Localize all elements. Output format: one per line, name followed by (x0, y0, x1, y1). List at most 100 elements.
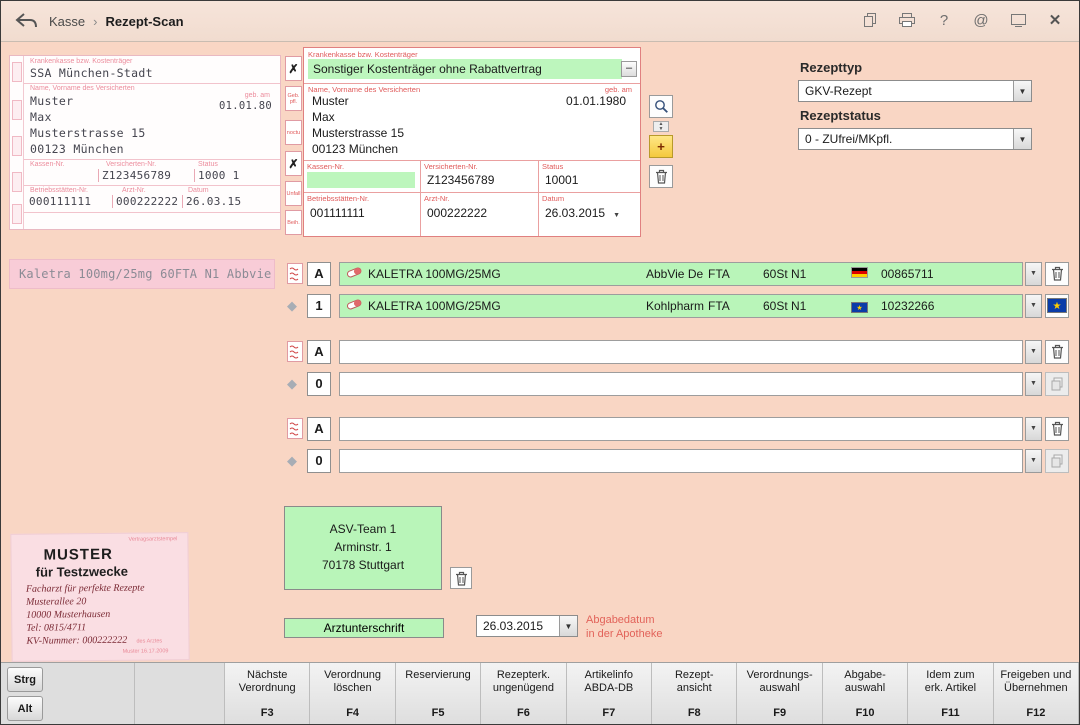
stamp-tiny-label: Muster 16.17.2009 (123, 648, 169, 654)
aut-idem-icon (287, 418, 307, 439)
article-dropdown-button[interactable]: ▼ (1025, 449, 1042, 473)
spinner-icon[interactable]: ▲▼ (653, 121, 669, 132)
firstname-field[interactable]: Max (312, 110, 335, 124)
search-button[interactable] (649, 95, 673, 118)
copy-icon[interactable] (860, 10, 880, 30)
city-field[interactable]: 00123 München (312, 142, 398, 156)
delete-article-button[interactable] (1045, 340, 1069, 364)
datum-dropdown-icon[interactable]: ▼ (613, 212, 620, 219)
breadcrumb: Kasse›Rezept-Scan (49, 14, 184, 29)
accident-checkbox[interactable]: Unfall (285, 181, 302, 206)
betrieb-nr-field[interactable]: 001111111 (310, 206, 365, 220)
fkey-f3-button[interactable]: NächsteVerordnungF3 (225, 663, 310, 724)
delete-article-button[interactable] (1045, 417, 1069, 441)
print-icon[interactable] (897, 10, 917, 30)
fkey-f5-button[interactable]: ReservierungF5 (396, 663, 481, 724)
article-dropdown-button[interactable]: ▼ (1025, 294, 1042, 318)
fee-exempt-checkbox[interactable]: ✗ (285, 56, 302, 81)
pill-icon (346, 298, 368, 314)
article-field-empty[interactable] (339, 340, 1023, 364)
article-dropdown-button[interactable]: ▼ (1025, 262, 1042, 286)
versicherten-nr-field[interactable]: Z123456789 (427, 173, 494, 187)
breadcrumb-kasse[interactable]: Kasse (49, 14, 85, 29)
fkey-f12-button[interactable]: Freigeben undÜbernehmenF12 (994, 663, 1079, 724)
status-cell: Status 10001 (538, 160, 640, 192)
fkey-f9-button[interactable]: Verordnungs-auswahlF9 (737, 663, 822, 724)
stamp-line: für Testzwecke (36, 564, 128, 580)
substitute-icon: ◆ (287, 298, 307, 314)
stamp-line: Musterallee 20 (26, 596, 86, 608)
article-field[interactable]: KALETRA 100MG/25MG AbbVie De FTA 60St N1… (339, 262, 1023, 286)
article-field-empty[interactable] (339, 372, 1023, 396)
article-field-empty[interactable] (339, 417, 1023, 441)
alt-key[interactable]: Alt (7, 696, 43, 721)
article-dropdown-button[interactable]: ▼ (1025, 372, 1042, 396)
birthdate-field[interactable]: 01.01.1980 (566, 94, 626, 108)
rezepttyp-label: Rezepttyp (800, 60, 862, 75)
other-checkbox[interactable]: ✗ (285, 151, 302, 176)
article-dropdown-button[interactable]: ▼ (1025, 417, 1042, 441)
article-field-empty[interactable] (339, 449, 1023, 473)
delete-article-button[interactable] (1045, 262, 1069, 286)
stamp-tiny-label: des Arztes (136, 638, 162, 644)
asv-team-box[interactable]: ASV-Team 1 Arminstr. 1 70178 Stuttgart (284, 506, 442, 590)
scan-geb-label: geb. am (245, 92, 270, 99)
scan-firstname: Max (30, 110, 52, 124)
article-dropdown-button[interactable]: ▼ (1025, 340, 1042, 364)
new-article-button[interactable]: + (649, 135, 673, 158)
fkey-f11-button[interactable]: Idem zumerk. ArtikelF11 (908, 663, 993, 724)
fee-required-checkbox[interactable]: Geb. pfl. (285, 86, 302, 111)
noctu-checkbox[interactable]: noctu (285, 120, 302, 145)
arztunterschrift-button[interactable]: Arztunterschrift (284, 618, 444, 638)
arzt-nr-cell: Arzt-Nr. 000222222 (420, 192, 538, 236)
scan-status: 1000 1 (194, 169, 240, 182)
chevron-down-icon[interactable]: ▼ (1013, 129, 1031, 149)
status-field[interactable]: 10001 (545, 173, 578, 187)
fkey-f7-button[interactable]: ArtikelinfoABDA-DBF7 (567, 663, 652, 724)
aid-checkbox[interactable]: Beih. (285, 210, 302, 235)
street-field[interactable]: Musterstrasse 15 (312, 126, 404, 140)
help-icon[interactable]: ? (934, 10, 954, 30)
scan-insurer: SSA München-Stadt (30, 66, 153, 80)
stamp-line: KV-Nummer: 000222222 (26, 635, 127, 647)
fkey-button-group: NächsteVerordnungF3 VerordnunglöschenF4 … (225, 663, 1079, 724)
datum-field[interactable]: 26.03.2015▼ (545, 206, 620, 220)
article-vendor: Kohlpharm (646, 299, 708, 313)
at-icon[interactable]: @ (971, 10, 991, 30)
arzt-nr-field[interactable]: 000222222 (427, 206, 487, 220)
fkey-f10-button[interactable]: Abgabe-auswahlF10 (823, 663, 908, 724)
betrieb-nr-label: Betriebsstätten-Nr. (307, 194, 369, 203)
rezeptstatus-dropdown[interactable]: 0 - ZUfrei/MKpfl. ▼ (798, 128, 1032, 150)
scan-versicherten-nr: Z123456789 (98, 169, 171, 182)
scan-datum: 26.03.15 (182, 195, 241, 208)
back-icon[interactable] (13, 11, 41, 31)
remove-kostentraeger-button[interactable]: – (621, 61, 637, 77)
delete-asv-button[interactable] (450, 567, 472, 589)
versicherten-nr-cell: Versicherten-Nr. Z123456789 (420, 160, 538, 192)
article-field[interactable]: KALETRA 100MG/25MG Kohlpharm FTA 60St N1… (339, 294, 1023, 318)
list-icon (1045, 372, 1069, 396)
kassen-nr-field[interactable] (307, 172, 415, 188)
delete-prescription-button[interactable] (649, 165, 673, 188)
import-article-button[interactable]: ★ (1045, 294, 1069, 318)
article-marker: A (307, 417, 331, 441)
scan-margin-marker (12, 62, 22, 82)
fkey-f4-button[interactable]: VerordnunglöschenF4 (310, 663, 395, 724)
kostentraeger-field[interactable]: Sonstiger Kostenträger ohne Rabattvertra… (308, 59, 622, 79)
kassen-nr-cell: Kassen-Nr. (304, 160, 420, 192)
fkey-f6-button[interactable]: Rezepterk.ungenügendF6 (481, 663, 566, 724)
rezepttyp-dropdown[interactable]: GKV-Rezept ▼ (798, 80, 1032, 102)
article-form: FTA (708, 267, 763, 281)
strg-key[interactable]: Strg (7, 667, 43, 692)
fkey-f8-button[interactable]: Rezept-ansichtF8 (652, 663, 737, 724)
chevron-down-icon[interactable]: ▼ (559, 616, 577, 636)
abgabedatum-field[interactable]: 26.03.2015 ▼ (476, 615, 578, 637)
scan-status-label: Status (198, 161, 218, 168)
screen-icon[interactable] (1008, 10, 1028, 30)
surname-field[interactable]: Muster (312, 94, 349, 108)
scan-margin-marker (12, 172, 22, 192)
chevron-down-icon[interactable]: ▼ (1013, 81, 1031, 101)
scan-betrieb-nr: 000111111 (29, 195, 91, 208)
versicherten-nr-label: Versicherten-Nr. (424, 162, 478, 171)
close-icon[interactable]: ✕ (1045, 10, 1065, 30)
